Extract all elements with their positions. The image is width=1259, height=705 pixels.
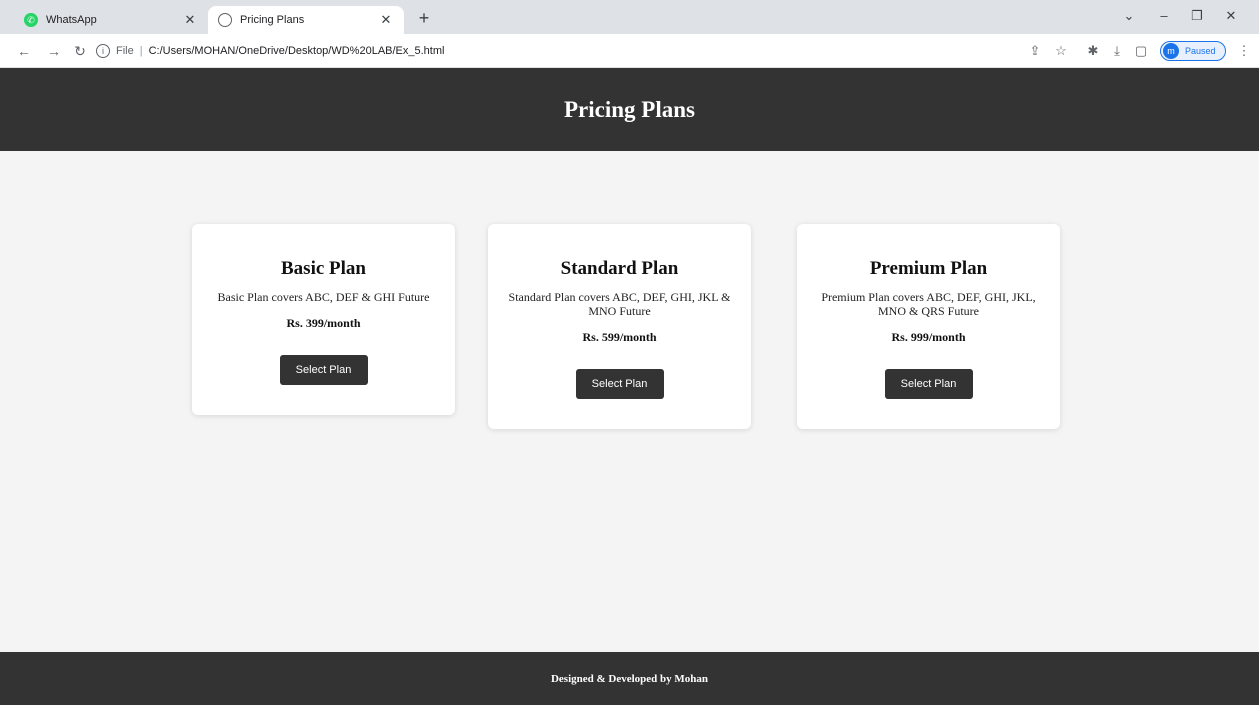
- site-header: Pricing Plans: [0, 68, 1259, 151]
- page-title: Pricing Plans: [564, 96, 695, 122]
- plan-description: Basic Plan covers ABC, DEF & GHI Future: [217, 290, 430, 304]
- close-icon[interactable]: ✕: [182, 12, 198, 28]
- plan-description: Premium Plan covers ABC, DEF, GHI, JKL, …: [821, 290, 1036, 318]
- download-icon[interactable]: ⤓: [1108, 42, 1126, 60]
- tab-title: Pricing Plans: [240, 14, 305, 26]
- info-icon[interactable]: i: [96, 44, 110, 58]
- address-bar[interactable]: i File | C:/Users/MOHAN/OneDrive/Desktop…: [96, 39, 1084, 63]
- back-icon[interactable]: ←: [14, 41, 34, 61]
- browser-toolbar: ← → ↻ i File | C:/Users/MOHAN/OneDrive/D…: [0, 34, 1259, 68]
- plan-card-standard: Standard Plan Standard Plan covers ABC, …: [488, 224, 751, 429]
- select-plan-button[interactable]: Select Plan: [279, 355, 368, 385]
- plan-name: Premium Plan: [869, 258, 988, 279]
- plan-price: Rs. 999/month: [891, 330, 966, 344]
- reload-icon[interactable]: ↻: [70, 41, 90, 61]
- address-separator: |: [139, 45, 143, 57]
- globe-icon: [218, 13, 232, 27]
- extensions-icon[interactable]: ✱: [1084, 42, 1102, 60]
- page-viewport: Pricing Plans Basic Plan Basic Plan cove…: [0, 68, 1259, 705]
- address-url: C:/Users/MOHAN/OneDrive/Desktop/WD%20LAB…: [148, 45, 445, 57]
- tab-whatsapp[interactable]: ✆ WhatsApp ✕: [14, 6, 208, 34]
- plan-price: Rs. 399/month: [286, 316, 361, 330]
- minimize-icon[interactable]: –: [1150, 5, 1178, 27]
- plan-price: Rs. 599/month: [582, 330, 657, 344]
- whatsapp-icon: ✆: [24, 13, 38, 27]
- footer-credit: Designed & Developed by Mohan: [550, 672, 709, 685]
- side-panel-icon[interactable]: ▢: [1132, 42, 1150, 60]
- tab-search-chevron-icon[interactable]: ⌄: [1115, 5, 1143, 27]
- menu-kebab-icon[interactable]: ⋮: [1235, 42, 1253, 60]
- restore-icon[interactable]: ❐: [1183, 5, 1211, 27]
- plan-name: Standard Plan: [560, 258, 679, 279]
- window-close-icon[interactable]: ✕: [1217, 5, 1245, 27]
- close-icon[interactable]: ✕: [378, 12, 394, 28]
- forward-icon[interactable]: →: [44, 41, 64, 61]
- browser-tab-bar: ✆ WhatsApp ✕ Pricing Plans ✕ + ⌄ – ❐ ✕: [0, 0, 1259, 34]
- new-tab-button[interactable]: +: [414, 8, 434, 28]
- select-plan-button[interactable]: Select Plan: [575, 369, 664, 399]
- profile-button[interactable]: m Paused: [1160, 41, 1226, 61]
- plan-card-premium: Premium Plan Premium Plan covers ABC, DE…: [797, 224, 1060, 429]
- plan-card-basic: Basic Plan Basic Plan covers ABC, DEF & …: [192, 224, 455, 415]
- plan-description: Standard Plan covers ABC, DEF, GHI, JKL …: [508, 290, 731, 318]
- site-footer: Designed & Developed by Mohan: [0, 652, 1259, 705]
- tab-title: WhatsApp: [46, 14, 97, 26]
- address-scheme: File: [116, 45, 134, 57]
- select-plan-button[interactable]: Select Plan: [884, 369, 973, 399]
- bookmark-star-icon[interactable]: ☆: [1052, 42, 1070, 60]
- profile-status: Paused: [1185, 46, 1216, 56]
- tab-pricing-plans[interactable]: Pricing Plans ✕: [208, 6, 404, 34]
- avatar: m: [1163, 43, 1179, 59]
- plan-name: Basic Plan: [281, 258, 366, 279]
- share-icon[interactable]: ⇪: [1026, 42, 1044, 60]
